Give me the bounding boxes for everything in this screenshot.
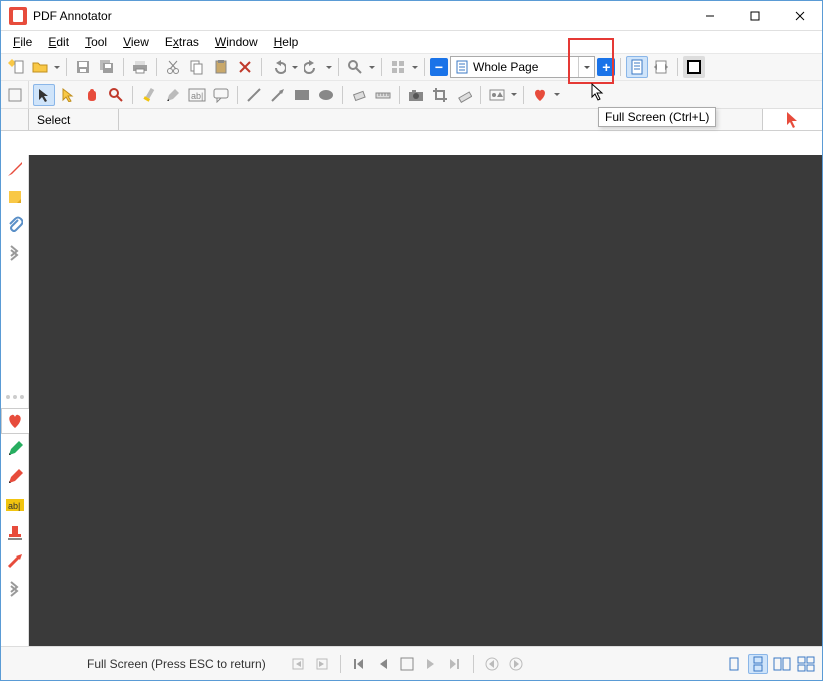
titlebar: PDF Annotator xyxy=(1,1,822,31)
sb-stamp[interactable] xyxy=(3,520,27,546)
marker-tool[interactable] xyxy=(138,84,160,106)
print-icon[interactable] xyxy=(129,56,151,78)
arrow-tool[interactable] xyxy=(267,84,289,106)
pan-tool[interactable] xyxy=(81,84,103,106)
sb-red-marker[interactable] xyxy=(3,156,27,182)
minimize-button[interactable] xyxy=(687,2,732,30)
fullscreen-tooltip: Full Screen (Ctrl+L) xyxy=(598,107,716,127)
select-label: Select xyxy=(29,109,119,130)
new-document-icon[interactable] xyxy=(5,56,27,78)
nav-forward[interactable] xyxy=(506,654,526,674)
nav-next-annot[interactable] xyxy=(312,654,332,674)
status-hint: Full Screen (Press ESC to return) xyxy=(81,657,272,671)
menu-view[interactable]: View xyxy=(115,33,157,51)
layout-two-continuous[interactable] xyxy=(796,654,816,674)
dimension-tool[interactable] xyxy=(453,84,475,106)
page-icon xyxy=(454,59,470,75)
heart-favorite[interactable] xyxy=(529,84,551,106)
layout-two-page[interactable] xyxy=(772,654,792,674)
nav-next[interactable] xyxy=(421,654,441,674)
nav-prev-annot[interactable] xyxy=(288,654,308,674)
maximize-button[interactable] xyxy=(732,2,777,30)
undo-icon[interactable] xyxy=(267,56,289,78)
save-icon[interactable] xyxy=(72,56,94,78)
sb-pencil-red[interactable] xyxy=(3,464,27,490)
svg-text:ab|: ab| xyxy=(191,91,203,101)
favorites-icon[interactable] xyxy=(387,56,409,78)
lasso-tool[interactable] xyxy=(57,84,79,106)
sb-arrow-red[interactable] xyxy=(3,548,27,574)
cursor-preview xyxy=(762,109,822,130)
tool-toolbar: ab| xyxy=(1,81,822,109)
sb-attachment[interactable] xyxy=(3,212,27,238)
menu-tool[interactable]: Tool xyxy=(77,33,115,51)
ruler-tool[interactable] xyxy=(372,84,394,106)
zoom-combo[interactable]: Whole Page xyxy=(450,56,595,78)
sb-textbox-yellow[interactable]: ab| xyxy=(3,492,27,518)
toolbox-toggle[interactable] xyxy=(1,81,29,109)
zoom-in-button[interactable]: + xyxy=(597,58,615,76)
heart-dropdown[interactable] xyxy=(553,90,561,99)
menu-edit[interactable]: Edit xyxy=(40,33,77,51)
menu-help[interactable]: Help xyxy=(266,33,307,51)
menu-file[interactable]: File xyxy=(5,33,40,51)
crop-tool[interactable] xyxy=(429,84,451,106)
stamp-dropdown[interactable] xyxy=(510,90,518,99)
paste-icon[interactable] xyxy=(210,56,232,78)
pencil-tool[interactable] xyxy=(162,84,184,106)
sb-chevron-2[interactable] xyxy=(3,576,27,602)
app-icon xyxy=(9,7,27,25)
layout-continuous[interactable] xyxy=(748,654,768,674)
copy-icon[interactable] xyxy=(186,56,208,78)
stamp-tool[interactable] xyxy=(486,84,508,106)
redo-icon[interactable] xyxy=(301,56,323,78)
sidebar-separator xyxy=(6,395,24,399)
line-tool[interactable] xyxy=(243,84,265,106)
text-cloud-tool[interactable] xyxy=(210,84,232,106)
rectangle-tool[interactable] xyxy=(291,84,313,106)
layout-single[interactable] xyxy=(724,654,744,674)
single-page-icon[interactable] xyxy=(626,56,648,78)
sb-chevron[interactable] xyxy=(3,240,27,266)
redo-dropdown[interactable] xyxy=(325,63,333,72)
fullscreen-icon[interactable] xyxy=(683,56,705,78)
open-dropdown[interactable] xyxy=(53,63,61,72)
sb-heart[interactable] xyxy=(1,408,29,434)
magnifier-tool[interactable] xyxy=(105,84,127,106)
fit-width-icon[interactable] xyxy=(650,56,672,78)
zoom-out-button[interactable]: − xyxy=(430,58,448,76)
sb-note[interactable] xyxy=(3,184,27,210)
app-title: PDF Annotator xyxy=(33,9,687,23)
nav-prev[interactable] xyxy=(373,654,393,674)
find-dropdown[interactable] xyxy=(368,63,376,72)
nav-back[interactable] xyxy=(482,654,502,674)
menubar: File Edit Tool View Extras Window Help xyxy=(1,31,822,53)
close-button[interactable] xyxy=(777,2,822,30)
menu-window[interactable]: Window xyxy=(207,33,266,51)
undo-dropdown[interactable] xyxy=(291,63,299,72)
nav-last[interactable] xyxy=(445,654,465,674)
textbox-tool[interactable]: ab| xyxy=(186,84,208,106)
svg-text:ab|: ab| xyxy=(8,501,20,511)
left-sidebar: ab| xyxy=(1,155,29,646)
eraser-tool[interactable] xyxy=(348,84,370,106)
cut-icon[interactable] xyxy=(162,56,184,78)
statusbar: Full Screen (Press ESC to return) xyxy=(1,646,822,680)
menu-extras[interactable]: Extras xyxy=(157,33,207,51)
zoom-dropdown[interactable] xyxy=(578,57,594,77)
nav-first[interactable] xyxy=(349,654,369,674)
find-icon[interactable] xyxy=(344,56,366,78)
nav-page-box[interactable] xyxy=(397,654,417,674)
document-canvas[interactable] xyxy=(29,155,822,646)
save-all-icon[interactable] xyxy=(96,56,118,78)
open-folder-icon[interactable] xyxy=(29,56,51,78)
delete-icon[interactable] xyxy=(234,56,256,78)
main-toolbar: − Whole Page + xyxy=(1,53,822,81)
zoom-label: Whole Page xyxy=(473,60,578,74)
favorites-dropdown[interactable] xyxy=(411,63,419,72)
ellipse-tool[interactable] xyxy=(315,84,337,106)
pointer-tool[interactable] xyxy=(33,84,55,106)
sb-pencil-green[interactable] xyxy=(3,436,27,462)
camera-tool[interactable] xyxy=(405,84,427,106)
